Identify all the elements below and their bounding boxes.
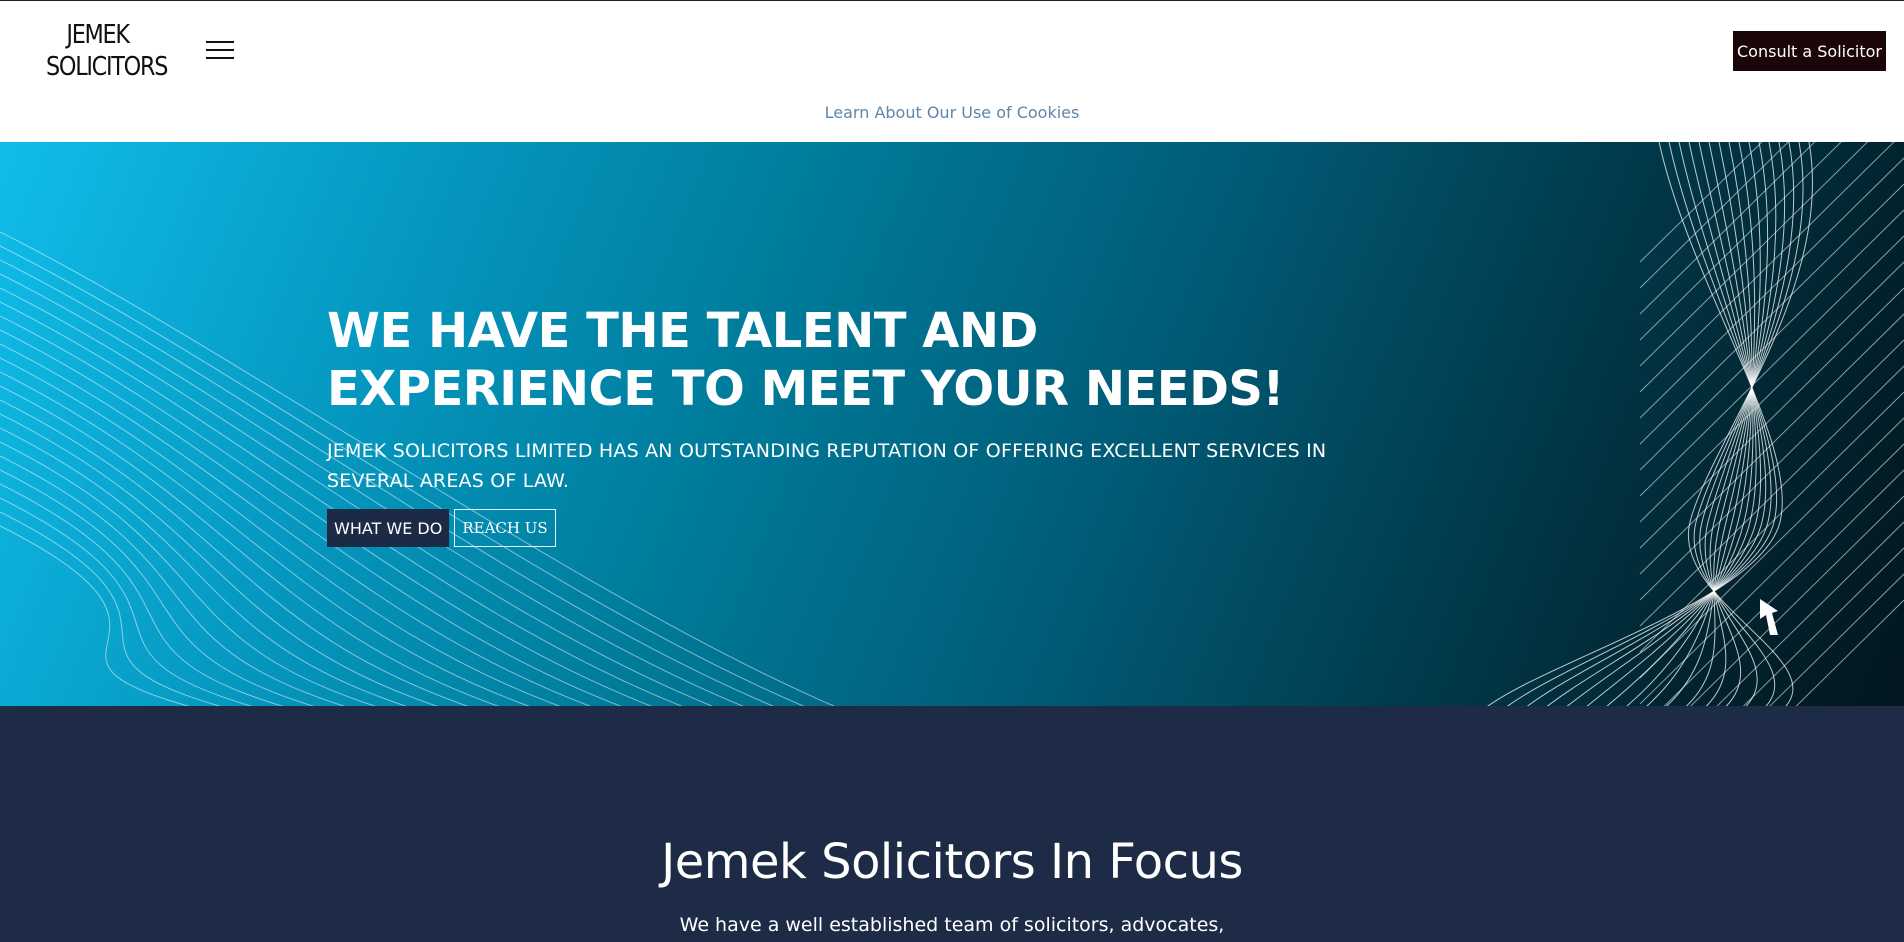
hero-banner: WE HAVE THE TALENT AND EXPERIENCE TO MEE… [0,142,1904,706]
reach-us-button[interactable]: REACH US [454,509,556,547]
mouse-cursor-icon [1760,599,1778,635]
logo-line-1: JEMEK [66,20,130,50]
hero-wave-lines [0,142,1904,706]
focus-section: Jemek Solicitors In Focus We have a well… [0,706,1904,942]
consult-solicitor-button[interactable]: Consult a Solicitor [1733,31,1886,71]
hamburger-menu-icon[interactable] [206,39,234,61]
hero-buttons: WHAT WE DO REACH US [327,509,556,547]
cookie-policy-link[interactable]: Learn About Our Use of Cookies [0,103,1904,122]
focus-title: Jemek Solicitors In Focus [661,834,1243,890]
hero-subtitle: JEMEK SOLICITORS LIMITED HAS AN OUTSTAND… [327,440,1327,492]
what-we-do-button[interactable]: WHAT WE DO [327,509,450,547]
site-logo[interactable]: JEMEK SOLICITORS [46,19,168,83]
logo-line-2: SOLICITORS [46,52,168,82]
site-header: JEMEK SOLICITORS Consult a Solicitor Lea… [0,0,1904,142]
focus-text: We have a well established team of solic… [679,914,1225,936]
hero-title: WE HAVE THE TALENT AND EXPERIENCE TO MEE… [327,303,1284,417]
